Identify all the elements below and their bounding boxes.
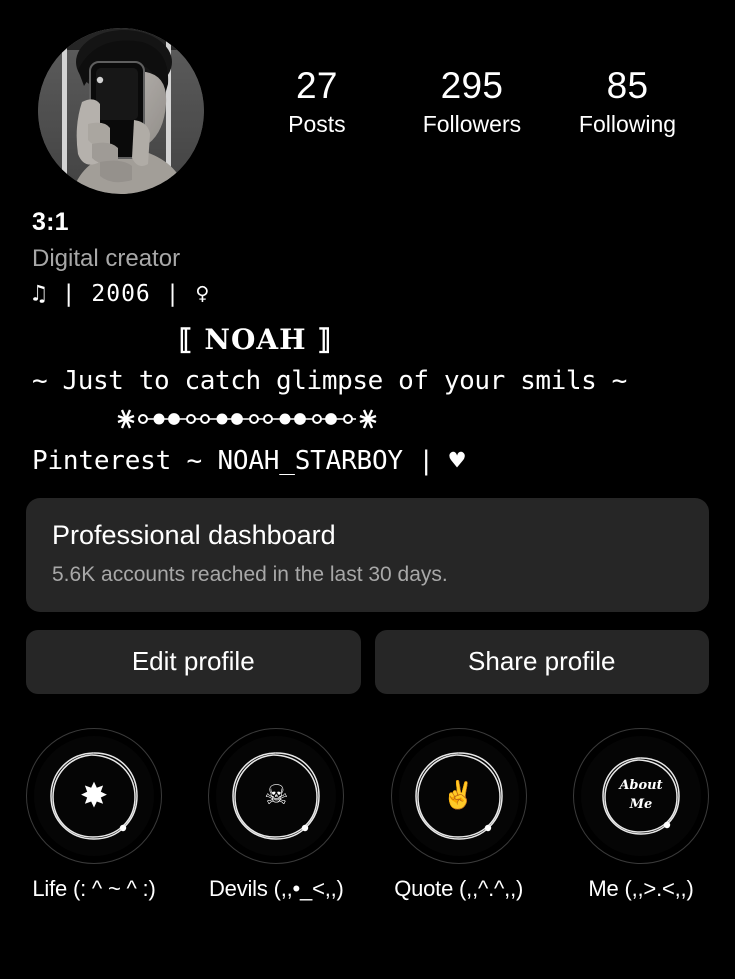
bio-social-link: Pinterest ~ NOAH_STARBOY | ♥ (32, 446, 465, 477)
bio-divider-ornament (32, 404, 709, 438)
highlight-label: Devils (,,•_<,,) (208, 875, 344, 901)
highlight-life[interactable]: ✸ Life (: ^ ~ ^ :) (14, 727, 174, 902)
stat-following-value: 85 (606, 65, 649, 106)
avatar-wrap[interactable] (38, 28, 204, 194)
divider-icon (117, 409, 377, 429)
skull-crossbones-icon: ☠ (264, 780, 289, 811)
highlight-ring[interactable]: ✌ (390, 727, 527, 864)
highlight-cover: ☠ (216, 735, 337, 856)
profile-header: 27 Posts 295 Followers 85 Following (0, 0, 735, 194)
bio-line-details: ♫ | 2006 | ♀ (32, 280, 211, 307)
dashboard-title: Professional dashboard (52, 520, 336, 551)
share-profile-button[interactable]: Share profile (374, 629, 709, 694)
highlight-label: Quote (,,^.^,,) (394, 875, 524, 901)
instagram-profile-screen: 27 Posts 295 Followers 85 Following 3:1 … (0, 0, 735, 979)
about-me-line-2: Me (629, 796, 653, 812)
avatar-photo (38, 28, 204, 194)
sketch-dot-icon (663, 821, 671, 828)
bio-title: ⟦ NOAH ⟧ (178, 323, 333, 357)
stat-posts-value: 27 (296, 65, 338, 106)
stat-followers[interactable]: 295 Followers (423, 64, 521, 140)
sketch-dot-icon (302, 824, 309, 831)
profile-category: Digital creator (32, 244, 181, 272)
highlight-me[interactable]: About Me Me (,,>.<,,) (561, 727, 721, 902)
victory-hand-icon: ✌ (441, 780, 476, 811)
stat-followers-label: Followers (422, 110, 522, 137)
highlight-label: Me (,,>.<,,) (588, 875, 694, 901)
stat-following-label: Following (578, 110, 677, 137)
highlight-label: Life (: ^ ~ ^ :) (32, 875, 156, 901)
stat-following[interactable]: 85 Following (579, 64, 676, 140)
story-highlights: ✸ Life (: ^ ~ ^ :) ☠ Devils (,,•_<,,) ✌ … (0, 727, 735, 902)
flower-asterisk-icon: ✸ (79, 776, 109, 815)
professional-dashboard-card[interactable]: Professional dashboard 5.6K accounts rea… (26, 498, 709, 612)
bio-quote: ~ Just to catch glimpse of your smils ~ (32, 366, 627, 397)
about-me-line-1: About (619, 777, 663, 793)
sketch-dot-icon (484, 824, 491, 831)
stat-followers-value: 295 (440, 65, 504, 106)
highlight-cover: ✸ (34, 735, 154, 856)
sketch-dot-icon (119, 824, 127, 831)
stat-posts[interactable]: 27 Posts (269, 64, 365, 140)
profile-stats: 27 Posts 295 Followers 85 Following (204, 28, 709, 140)
highlight-ring[interactable]: ✸ (26, 727, 162, 864)
profile-bio: 3:1 Digital creator ♫ | 2006 | ♀ ⟦ NOAH … (0, 194, 735, 476)
about-me-text-icon: About Me (619, 777, 662, 815)
edit-profile-button[interactable]: Edit profile (26, 629, 361, 694)
avatar[interactable] (38, 28, 204, 194)
dashboard-subtitle: 5.6K accounts reached in the last 30 day… (52, 563, 448, 587)
highlight-ring[interactable]: About Me (572, 727, 709, 864)
profile-username: 3:1 (32, 208, 69, 236)
profile-action-buttons: Edit profile Share profile (26, 629, 709, 694)
stat-posts-label: Posts (288, 110, 346, 137)
highlight-cover: ✌ (398, 735, 519, 856)
highlight-ring[interactable]: ☠ (208, 727, 345, 864)
highlight-devils[interactable]: ☠ Devils (,,•_<,,) (196, 727, 356, 902)
highlight-quote[interactable]: ✌ Quote (,,^.^,,) (379, 727, 539, 902)
highlight-cover: About Me (580, 735, 701, 856)
